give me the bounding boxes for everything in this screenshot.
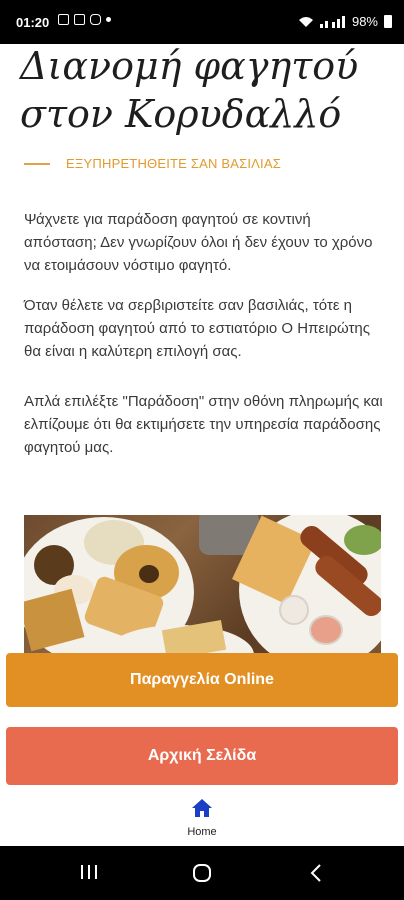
instagram-notification-icon — [90, 14, 101, 25]
notification-icons — [58, 14, 111, 25]
back-icon[interactable] — [310, 864, 322, 882]
subtitle-divider — [24, 162, 50, 165]
page-title: Διανομή φαγητού στον Κορυδαλλό — [20, 44, 359, 136]
page-subtitle: ΕΞΥΠΗΡΕΤΗΘΕΙΤΕ ΣΑΝ ΒΑΣΙΛΙΑΣ — [66, 156, 281, 171]
recent-apps-icon[interactable] — [80, 864, 98, 880]
nav-tab-home[interactable]: Home — [174, 798, 230, 838]
battery-percent: 98% — [351, 14, 378, 29]
wifi-icon — [298, 16, 313, 27]
home-button-icon[interactable] — [192, 864, 212, 882]
status-right: 98% — [298, 14, 392, 29]
subtitle-row: ΕΞΥΠΗΡΕΤΗΘΕΙΤΕ ΣΑΝ ΒΑΣΙΛΙΑΣ — [24, 156, 281, 171]
home-page-button[interactable]: Αρχική Σελίδα — [6, 727, 398, 785]
status-bar: 01:20 98% — [0, 0, 404, 44]
home-icon — [192, 799, 212, 817]
nav-home-label: Home — [187, 826, 217, 838]
more-notifications-icon — [106, 17, 111, 22]
gallery-notification-icon — [58, 14, 69, 25]
food-image — [24, 515, 381, 655]
battery-icon — [384, 15, 392, 28]
paragraph-3: Απλά επιλέξτε "Παράδοση" στην οθόνη πληρ… — [24, 393, 383, 456]
android-navigation-bar — [0, 846, 404, 900]
signal-icon — [319, 15, 345, 28]
bottom-navigation: Home — [0, 792, 404, 846]
paragraph-1: Ψάχνετε για παράδοση φαγητού σε κοντινή … — [24, 211, 373, 274]
paragraph-2: Όταν θέλετε να σερβιριστείτε σαν βασιλιά… — [24, 297, 370, 360]
voicemail-notification-icon — [74, 14, 85, 25]
status-time: 01:20 — [16, 15, 50, 30]
order-online-button[interactable]: Παραγγελία Online — [6, 653, 398, 707]
